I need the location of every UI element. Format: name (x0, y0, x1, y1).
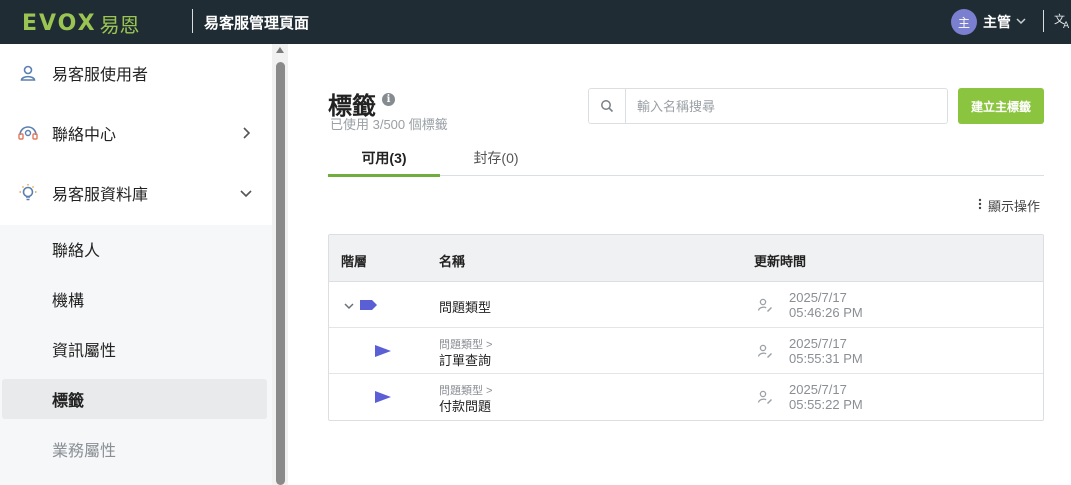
sidebar-subitem-label: 機構 (52, 293, 85, 310)
info-icon[interactable]: i (382, 93, 395, 106)
top-bar: EVOX 易恩 易客服管理頁面 主 主管 文A (0, 0, 1071, 44)
column-header-updated: 更新時間 (754, 254, 807, 269)
updated-date: 2025/7/17 (789, 336, 847, 351)
user-edit-icon (757, 343, 773, 359)
tag-name: 問題類型 (439, 300, 492, 315)
user-edit-icon (757, 389, 773, 405)
scrollbar-thumb[interactable] (276, 62, 285, 485)
user-icon (17, 62, 39, 84)
column-header-level: 階層 (341, 254, 368, 269)
chevron-down-icon (238, 185, 254, 201)
updated-time: 05:55:31 PM (789, 351, 863, 366)
sidebar-subitem-label: 資訊屬性 (52, 343, 117, 360)
sidebar-item-label: 聯絡中心 (52, 127, 117, 144)
logo-brand: EVOX (22, 11, 97, 36)
sidebar-item-contact-center[interactable]: 聯絡中心 (0, 104, 272, 162)
table-header: 階層 名稱 更新時間 (329, 235, 1043, 282)
updated-date: 2025/7/17 (789, 290, 847, 305)
updated-time: 05:46:26 PM (789, 305, 863, 320)
column-header-name: 名稱 (439, 254, 466, 269)
show-actions-button[interactable]: 顯示操作 (978, 196, 1040, 215)
user-menu[interactable]: 主 主管 (951, 9, 1026, 35)
updated-date: 2025/7/17 (789, 382, 847, 397)
scroll-up-arrow-icon[interactable] (276, 47, 284, 53)
tag-name: 訂單查詢 (439, 353, 492, 368)
chevron-down-icon[interactable] (343, 299, 355, 311)
headset-icon (17, 122, 39, 144)
tag-icon (359, 298, 379, 312)
user-name: 主管 (983, 14, 1011, 30)
tab-available[interactable]: 可用(3) (328, 140, 440, 177)
sidebar: 易客服使用者 聯絡中心 易客服資料庫 聯絡人 機構 資訊屬性 標籤 業務屬性 (0, 44, 272, 485)
search-box (588, 88, 948, 124)
main-content: 標籤 i 已使用 3/500 個標籤 建立主標籤 可用(3) 封存(0) 顯示操… (288, 44, 1071, 485)
tag-usage-text: 已使用 3/500 個標籤 (330, 117, 448, 132)
sidebar-item-label: 易客服使用者 (52, 67, 149, 84)
tags-table: 階層 名稱 更新時間 問題類型 2025/7/17 05:46:26 PM 問題 (328, 234, 1044, 421)
tab-archived[interactable]: 封存(0) (440, 140, 552, 176)
avatar: 主 (951, 9, 977, 35)
header-divider-2 (1043, 10, 1044, 32)
chevron-right-icon (238, 125, 254, 141)
flag-tag-icon (373, 344, 393, 358)
sidebar-item-database[interactable]: 易客服資料庫 (0, 164, 272, 222)
svg-text:A: A (1063, 21, 1070, 29)
show-actions-label: 顯示操作 (988, 199, 1041, 214)
table-row[interactable]: 問題類型 > 訂單查詢 2025/7/17 05:55:31 PM (329, 328, 1043, 374)
sidebar-subitem-contacts[interactable]: 聯絡人 (2, 229, 267, 269)
table-row[interactable]: 問題類型 > 付款問題 2025/7/17 05:55:22 PM (329, 374, 1043, 420)
more-vertical-icon (978, 198, 982, 213)
sidebar-subitem-label: 業務屬性 (52, 443, 117, 460)
logo-cn: 易恩 (99, 15, 140, 37)
sidebar-item-users[interactable]: 易客服使用者 (0, 44, 272, 102)
sidebar-item-label: 易客服資料庫 (52, 187, 149, 204)
search-icon[interactable] (589, 89, 626, 123)
sidebar-subitem-label: 標籤 (52, 393, 85, 410)
updated-time: 05:55:22 PM (789, 397, 863, 412)
user-edit-icon (757, 297, 773, 313)
search-input[interactable] (627, 89, 945, 123)
sidebar-subitem-label: 聯絡人 (52, 243, 101, 260)
tag-name: 付款問題 (439, 399, 492, 414)
sidebar-subnav: 聯絡人 機構 資訊屬性 標籤 業務屬性 (0, 225, 272, 485)
header-divider (192, 9, 193, 33)
create-main-tag-button[interactable]: 建立主標籤 (958, 88, 1044, 124)
sidebar-subitem-tags[interactable]: 標籤 (2, 379, 267, 419)
flag-tag-icon (373, 390, 393, 404)
chevron-down-icon (1016, 16, 1026, 29)
sidebar-subitem-organizations[interactable]: 機構 (2, 279, 267, 319)
lightbulb-icon (17, 182, 39, 204)
sidebar-subitem-business-attributes[interactable]: 業務屬性 (2, 429, 267, 469)
logo[interactable]: EVOX 易恩 (22, 9, 140, 38)
translate-icon[interactable]: 文A (1054, 11, 1071, 34)
sidebar-subitem-info-attributes[interactable]: 資訊屬性 (2, 329, 267, 369)
app-title: 易客服管理頁面 (204, 15, 310, 32)
table-row[interactable]: 問題類型 2025/7/17 05:46:26 PM (329, 282, 1043, 328)
tabs: 可用(3) 封存(0) (328, 140, 1044, 177)
